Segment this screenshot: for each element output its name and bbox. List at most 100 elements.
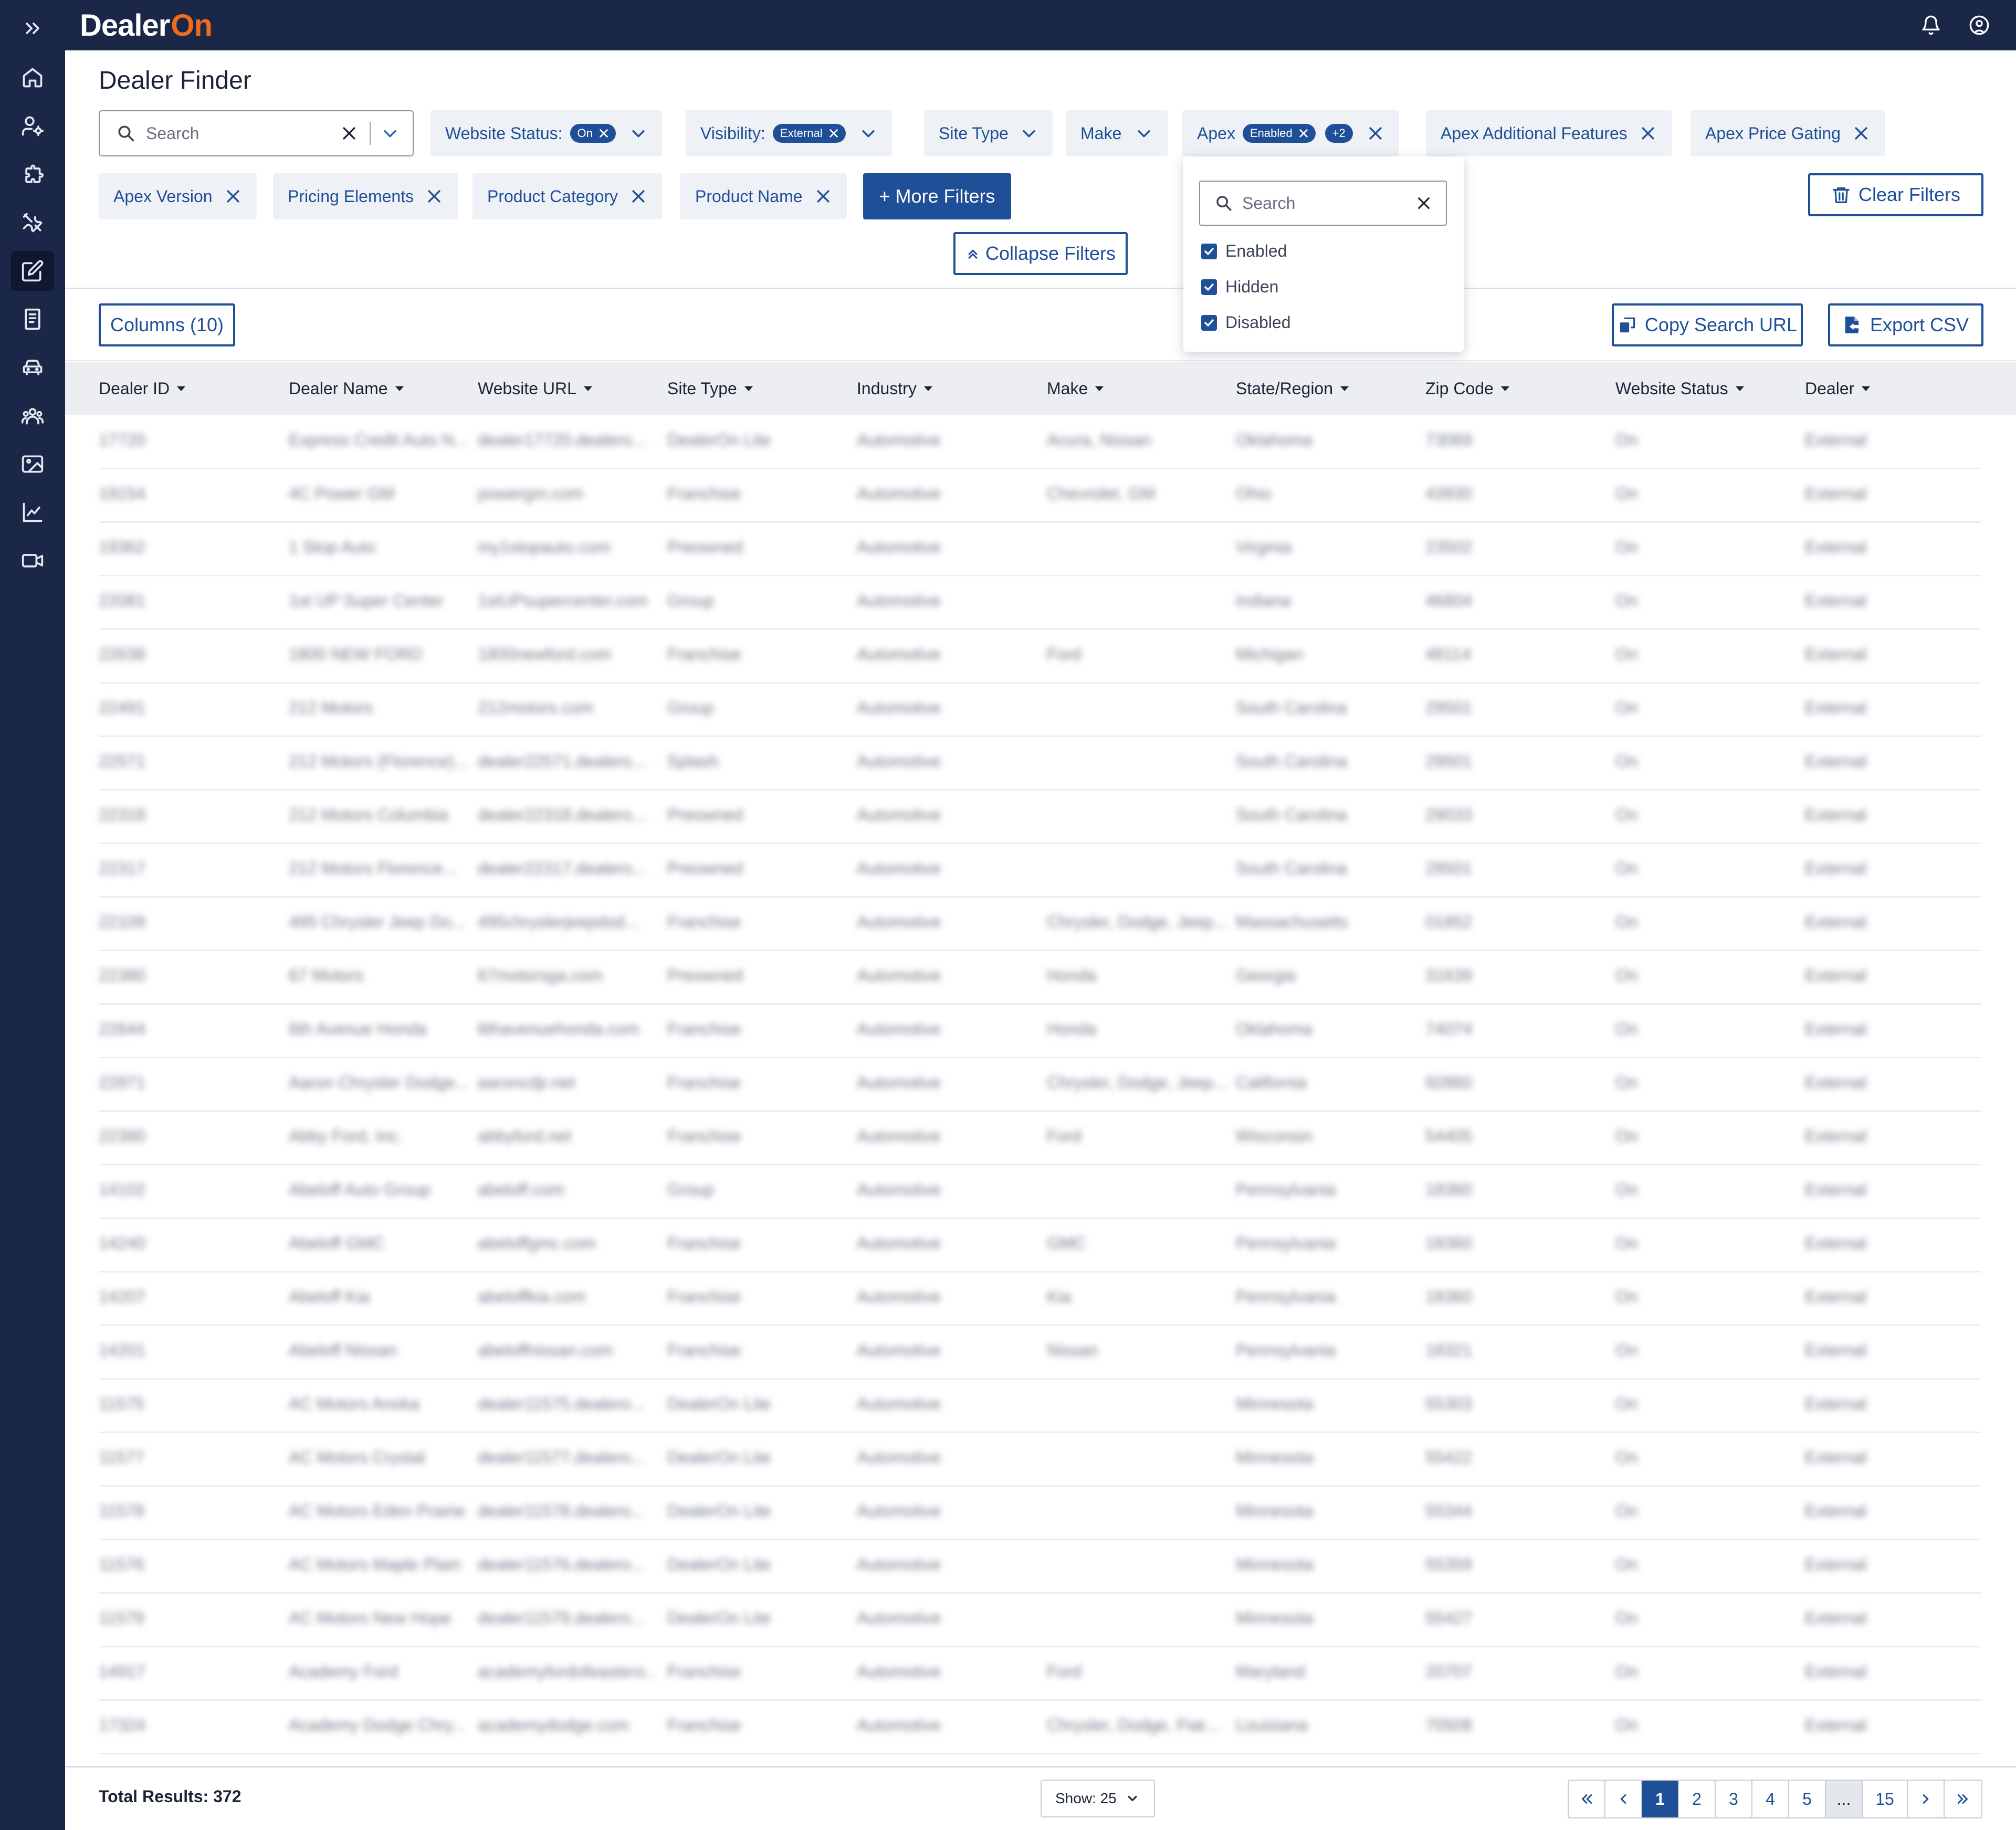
export-csv-button[interactable]: Export CSV xyxy=(1828,303,1983,346)
chevron-down-icon[interactable] xyxy=(381,124,399,142)
table-row[interactable]: 22390 Abby Ford, Inc. abbyford.net Franchis… xyxy=(99,1112,1981,1165)
filter-value-pill[interactable]: Enabled xyxy=(1242,124,1316,143)
cell-website-url[interactable]: 6thavenuehonda.com xyxy=(478,1019,639,1039)
table-row[interactable]: 22317 212 Motors Florence... dealer22317.d… xyxy=(99,844,1981,898)
table-row[interactable]: 14917 Academy Ford academyfordofeastero...… xyxy=(99,1647,1981,1701)
cell-website-url[interactable]: dealer11577.dealero... xyxy=(478,1448,645,1467)
table-row[interactable]: 14201 Abeloff Nissan abeloffnissan.com Fran… xyxy=(99,1326,1981,1380)
cell-website-url[interactable]: abeloffgmc.com xyxy=(478,1234,596,1253)
table-row[interactable]: 17324 Academy Dodge Chry... academydodge.c… xyxy=(99,1701,1981,1754)
more-filters-button[interactable]: + More Filters xyxy=(863,173,1011,219)
cell-website-url[interactable]: 495chryslerjeepdod... xyxy=(478,912,638,932)
prev-page-icon[interactable] xyxy=(1605,1781,1642,1817)
filter-product-name[interactable]: Product Name xyxy=(680,173,847,219)
column-header-dealer[interactable]: Dealer xyxy=(1805,362,1871,415)
cell-website-url[interactable]: dealer11579.dealero... xyxy=(478,1608,645,1628)
cell-website-url[interactable]: 1stUPsupercenter.com xyxy=(478,591,648,611)
checkbox-checked-icon[interactable] xyxy=(1201,314,1217,331)
table-row[interactable]: 22644 6th Avenue Honda 6thavenuehonda.com F… xyxy=(99,1005,1981,1058)
cell-website-url[interactable]: abbyford.net xyxy=(478,1127,571,1146)
table-row[interactable]: 19362 1 Stop Auto my1stopauto.com Preowned A… xyxy=(99,523,1981,576)
option-disabled[interactable]: Disabled xyxy=(1201,313,1291,332)
receipt-icon[interactable] xyxy=(11,299,54,339)
chevron-down-icon[interactable] xyxy=(1020,124,1038,142)
user-settings-icon[interactable] xyxy=(11,106,54,146)
last-page-icon[interactable] xyxy=(1945,1781,1981,1817)
close-icon[interactable] xyxy=(1367,124,1384,142)
remove-value-icon[interactable] xyxy=(1298,128,1309,139)
page-button[interactable]: 3 xyxy=(1716,1781,1752,1817)
filter-apex-version[interactable]: Apex Version xyxy=(99,173,257,219)
table-row[interactable]: 11576 AC Motors Maple Plain dealer11576.de… xyxy=(99,1540,1981,1594)
account-icon[interactable] xyxy=(1967,13,1992,38)
column-header-make[interactable]: Make xyxy=(1047,362,1104,415)
puzzle-icon[interactable] xyxy=(11,154,54,194)
column-header-dealer-name[interactable]: Dealer Name xyxy=(289,362,404,415)
option-enabled[interactable]: Enabled xyxy=(1201,241,1287,261)
column-header-site-type[interactable]: Site Type xyxy=(667,362,753,415)
cell-website-url[interactable]: dealer11578.dealero... xyxy=(478,1501,645,1521)
cell-website-url[interactable]: academydodge.com xyxy=(478,1716,629,1735)
column-header-dealer-id[interactable]: Dealer ID xyxy=(99,362,186,415)
clear-search-icon[interactable] xyxy=(340,124,358,142)
cell-website-url[interactable]: dealer11576.dealero... xyxy=(478,1555,645,1574)
column-header-state-region[interactable]: State/Region xyxy=(1236,362,1349,415)
close-icon[interactable] xyxy=(1852,124,1870,142)
cell-website-url[interactable]: dealer17720.dealero... xyxy=(478,430,646,450)
car-icon[interactable] xyxy=(11,348,54,387)
clear-filters-button[interactable]: Clear Filters xyxy=(1808,173,1983,216)
table-row[interactable]: 22638 1800 NEW FORD 1800newford.com Franchi… xyxy=(99,630,1981,683)
users-icon[interactable] xyxy=(11,396,54,436)
filter-visibility[interactable]: Visibility: External xyxy=(686,110,892,156)
chevron-down-icon[interactable] xyxy=(629,124,647,142)
page-button[interactable]: 4 xyxy=(1752,1781,1789,1817)
search-input[interactable]: Search xyxy=(99,110,414,156)
more-values-badge[interactable]: +2 xyxy=(1325,124,1353,143)
chevron-down-icon[interactable] xyxy=(859,124,877,142)
video-icon[interactable] xyxy=(11,541,54,581)
table-row[interactable]: 22109 495 Chrysler Jeep Do... 495chryslerj… xyxy=(99,898,1981,951)
tools-icon[interactable] xyxy=(11,203,54,243)
option-hidden[interactable]: Hidden xyxy=(1201,277,1278,297)
table-row[interactable]: 17720 Express Credit Auto N... dealer17720… xyxy=(99,416,1981,469)
home-icon[interactable] xyxy=(11,58,54,98)
clear-search-icon[interactable] xyxy=(1415,195,1432,212)
table-row[interactable]: 14207 Abeloff Kia abeloffkia.com Franchise A… xyxy=(99,1272,1981,1326)
table-row[interactable]: 22380 67 Motors 67motorsga.com Preowned Auto… xyxy=(99,951,1981,1005)
table-row[interactable]: 11577 AC Motors Crystal dealer11577.dealer… xyxy=(99,1433,1981,1487)
close-icon[interactable] xyxy=(224,187,242,205)
checkbox-checked-icon[interactable] xyxy=(1201,279,1217,295)
page-button[interactable]: 1 xyxy=(1642,1781,1679,1817)
chevron-down-icon[interactable] xyxy=(1135,124,1153,142)
table-row[interactable]: 22971 Aaron Chrysler Dodge... aaroncdjr.ne… xyxy=(99,1058,1981,1112)
close-icon[interactable] xyxy=(629,187,647,205)
dropdown-search-input[interactable]: Search xyxy=(1199,181,1447,226)
filter-value-pill[interactable]: On xyxy=(570,124,616,143)
image-icon[interactable] xyxy=(11,444,54,484)
cell-website-url[interactable]: 212motors.com xyxy=(478,698,594,718)
filter-website-status[interactable]: Website Status: On xyxy=(430,110,662,156)
cell-website-url[interactable]: abeloffkia.com xyxy=(478,1287,586,1307)
cell-website-url[interactable]: dealer22318.dealero... xyxy=(478,805,646,825)
columns-button[interactable]: Columns (10) xyxy=(99,303,235,346)
filter-value-pill[interactable]: External xyxy=(772,124,846,143)
table-row[interactable]: 11579 AC Motors New Hope dealer11579.deale… xyxy=(99,1594,1981,1647)
cell-website-url[interactable]: 67motorsga.com xyxy=(478,966,603,985)
page-button[interactable]: 2 xyxy=(1679,1781,1716,1817)
close-icon[interactable] xyxy=(1639,124,1657,142)
table-row[interactable]: 14102 Abeloff Auto Group abeloff.com Group A… xyxy=(99,1165,1981,1219)
page-size-select[interactable]: Show: 25 xyxy=(1041,1780,1155,1817)
edit-icon[interactable] xyxy=(11,251,54,291)
cell-website-url[interactable]: dealer22317.dealero... xyxy=(478,859,646,878)
table-row[interactable]: 14240 Abeloff GMC abeloffgmc.com Franchise A… xyxy=(99,1219,1981,1272)
table-row[interactable]: 11578 AC Motors Eden Prairie dealer11578.d… xyxy=(99,1487,1981,1540)
chart-icon[interactable] xyxy=(11,492,54,532)
filter-apex-price-gating[interactable]: Apex Price Gating xyxy=(1690,110,1885,156)
filter-product-category[interactable]: Product Category xyxy=(472,173,663,219)
filter-pricing-elements[interactable]: Pricing Elements xyxy=(273,173,458,219)
table-row[interactable]: 19154 4C Power GM powergm.com Franchise Auto… xyxy=(99,469,1981,523)
cell-website-url[interactable]: aaroncdjr.net xyxy=(478,1073,575,1092)
next-page-icon[interactable] xyxy=(1908,1781,1945,1817)
bell-icon[interactable] xyxy=(1918,13,1944,38)
first-page-icon[interactable] xyxy=(1569,1781,1605,1817)
